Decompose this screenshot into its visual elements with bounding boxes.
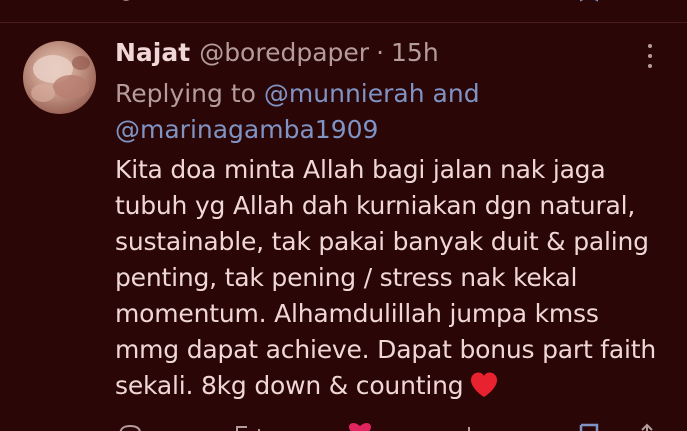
tweet-screen: Najat @boredpaper · 15h Replying to @mun… [0,0,687,431]
bookmark-icon[interactable] [578,0,600,2]
mention-link[interactable]: @marinagamba1909 [115,115,378,144]
author-name[interactable]: Najat [115,36,190,70]
retweet-icon[interactable] [233,423,263,431]
tweet-text-line: momentum. Alhamdulillah jumpa kmss [115,299,599,328]
tweet-text-line: tubuh yg Allah dah kurniakan dgn natural… [115,191,636,220]
replying-to-line: Replying to @munnierah and @marinagamba1… [115,76,675,148]
replying-to-label: Replying to [115,79,256,108]
tweet-text-line: Kita doa minta Allah bagi jalan nak jaga [115,155,606,184]
share-icon[interactable] [636,423,658,431]
bookmark-icon[interactable] [578,423,600,431]
tweet-text-line: sekali. 8kg down & counting [115,371,464,400]
tweet-text-line: mmg dapat achieve. Dapat bonus part fait… [115,335,657,364]
red-heart-emoji-icon [469,371,499,399]
tweet-text-last-line: sekali. 8kg down & counting [115,368,675,404]
tweet-text-line: penting, tak pening / stress nak kekal [115,263,578,292]
separator-dot: · [376,38,385,67]
mention-link[interactable]: @munnierah [264,79,425,108]
tweet-text: Kita doa minta Allah bagi jalan nak jaga… [115,152,675,404]
views-icon[interactable] [458,423,488,431]
more-options-button[interactable] [640,42,660,70]
mention-conjunction[interactable]: and [433,79,480,108]
avatar[interactable] [23,41,96,114]
more-vertical-icon [648,44,652,48]
tweet-header: Najat @boredpaper · 15h [115,36,439,70]
heart-icon[interactable] [347,423,373,431]
reply-icon[interactable] [117,423,143,431]
timestamp[interactable]: 15h [391,36,439,70]
tweet-divider [0,22,687,23]
reply-icon[interactable] [118,0,134,2]
previous-tweet-actions [0,0,687,6]
author-handle[interactable]: @boredpaper [199,36,369,70]
share-icon[interactable] [636,0,652,2]
tweet-text-line: sustainable, tak pakai banyak duit & pal… [115,227,649,256]
tweet-actions [0,423,687,431]
